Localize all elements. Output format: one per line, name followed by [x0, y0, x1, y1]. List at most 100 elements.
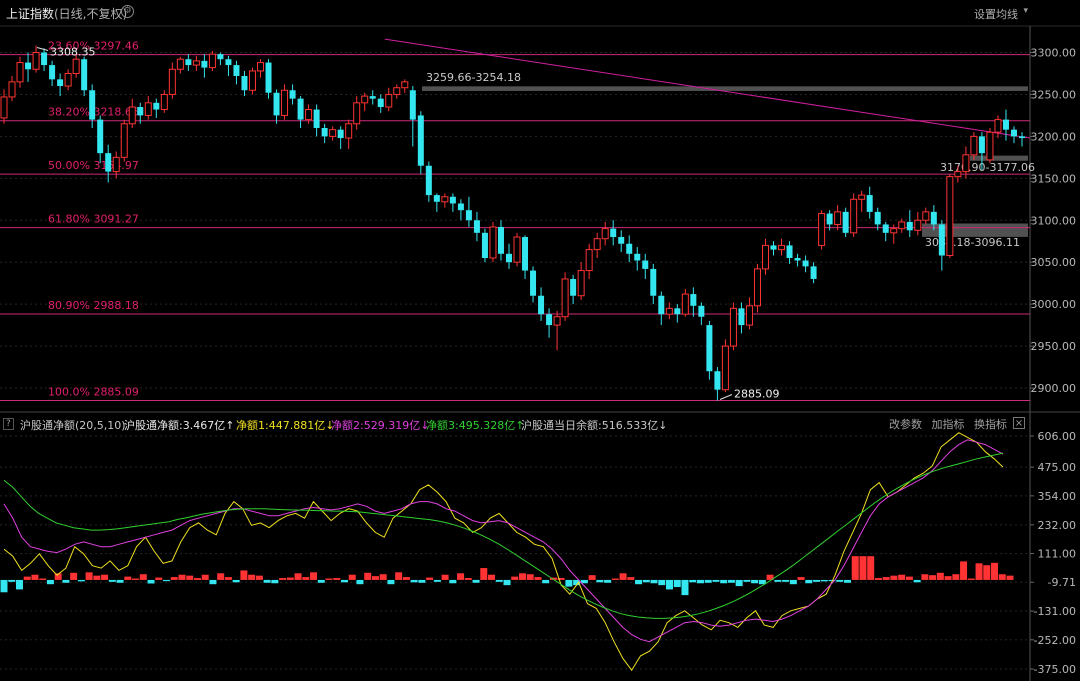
- candle-body: [834, 211, 842, 225]
- candle-body: [721, 345, 729, 391]
- candle-body: [57, 79, 64, 87]
- main-y-tick-label: 2950.00: [1031, 340, 1077, 353]
- net-flow-bar: [960, 561, 968, 580]
- candle-body: [634, 253, 641, 261]
- net-flow-bar: [735, 579, 743, 587]
- net-flow-bar: [124, 576, 132, 580]
- net-flow-bar: [62, 579, 70, 583]
- net-flow-bar: [263, 579, 271, 583]
- net-flow-bar: [93, 575, 101, 580]
- candle-body: [273, 92, 280, 116]
- candle-body: [994, 119, 1002, 133]
- net-flow-bar: [511, 576, 519, 580]
- indicator-value-4: 沪股通当日余额:516.533亿↓: [521, 419, 668, 432]
- net-flow-bar: [8, 579, 16, 582]
- net-flow-bar: [302, 577, 310, 580]
- candle-body: [409, 90, 416, 120]
- net-flow-bar: [929, 575, 937, 580]
- net-flow-bar: [348, 574, 356, 580]
- candle-body: [642, 260, 649, 269]
- net-flow-bar: [310, 572, 318, 580]
- candle-body: [601, 228, 609, 240]
- net-flow-bar: [944, 576, 952, 580]
- indicator-name: 沪股通净额(20,5,10): [20, 419, 126, 432]
- candle-body: [561, 278, 569, 318]
- net-flow-bar: [402, 577, 410, 580]
- net-flow-bar: [882, 577, 890, 580]
- net-flow-bar: [193, 578, 201, 580]
- candle-body: [208, 53, 216, 69]
- candle-body: [610, 228, 617, 238]
- candle-body: [72, 58, 80, 74]
- net-flow-bar: [170, 577, 178, 580]
- net-flow-bar: [542, 579, 550, 584]
- net-flow-bar: [209, 579, 217, 585]
- net-flow-bar: [101, 574, 109, 580]
- candle-body: [457, 203, 464, 211]
- candle-body: [185, 59, 192, 66]
- edit-params-button[interactable]: 改参数: [889, 418, 922, 431]
- close-indicator-icon[interactable]: ×: [1013, 417, 1025, 429]
- candle-body: [449, 196, 456, 204]
- candle-body: [313, 109, 320, 128]
- net-flow-bar: [843, 579, 851, 583]
- candle-body: [49, 65, 56, 80]
- indicator-line-green: [3, 452, 1004, 619]
- sub-y-tick-label: -9.71: [1048, 576, 1076, 589]
- candle-body: [248, 70, 256, 91]
- candle-body: [289, 90, 296, 99]
- candle-body: [898, 221, 906, 230]
- candle-body: [818, 213, 826, 246]
- candle-body: [217, 54, 224, 60]
- candle-body: [321, 127, 328, 137]
- candle-body: [810, 266, 817, 279]
- net-flow-bar: [426, 577, 434, 580]
- net-flow-bar: [898, 574, 906, 580]
- net-flow-bar: [689, 579, 697, 583]
- net-flow-bar: [673, 579, 681, 588]
- net-flow-bar: [534, 577, 542, 580]
- candle-body: [577, 270, 585, 297]
- net-flow-bar: [789, 579, 797, 585]
- candle-body: [1010, 129, 1017, 137]
- net-flow-bar: [751, 579, 759, 584]
- net-flow-bar: [627, 577, 635, 580]
- net-flow-bar: [596, 579, 604, 583]
- candle-body: [570, 278, 577, 296]
- main-y-tick-label: 3200.00: [1031, 130, 1077, 143]
- net-flow-bar: [565, 579, 573, 587]
- net-flow-bar: [797, 577, 805, 580]
- candle-body: [168, 68, 176, 95]
- candle-body: [465, 210, 472, 221]
- net-flow-bar: [147, 579, 155, 584]
- net-flow-bar: [619, 573, 627, 580]
- net-flow-bar: [820, 579, 828, 582]
- net-flow-bar: [650, 579, 658, 584]
- net-flow-bar: [890, 575, 898, 580]
- candle-body: [337, 129, 344, 139]
- candle-body: [0, 96, 8, 119]
- candle-body: [497, 226, 504, 254]
- net-flow-bar: [782, 579, 790, 582]
- add-indicator-button[interactable]: 加指标: [932, 418, 965, 431]
- net-flow-bar: [356, 579, 364, 585]
- candle-body: [225, 59, 232, 66]
- candle-body: [505, 253, 512, 263]
- candle-body: [176, 58, 184, 70]
- annotation-pointer: [36, 47, 49, 51]
- indicator-toggle[interactable]: ?: [3, 418, 14, 430]
- net-flow-bar: [480, 568, 488, 580]
- candle-body: [914, 219, 922, 231]
- switch-indicator-button[interactable]: 换指标: [974, 418, 1007, 431]
- net-flow-bar: [286, 577, 294, 580]
- zone-label: 3259.66-3254.18: [426, 71, 521, 84]
- net-flow-bar: [31, 574, 39, 580]
- net-flow-bar: [998, 574, 1006, 580]
- net-flow-bar: [836, 579, 844, 582]
- main-y-tick-label: 3050.00: [1031, 256, 1077, 269]
- candle-body: [192, 60, 200, 66]
- net-flow-bar: [635, 579, 643, 585]
- net-flow-bar: [279, 578, 287, 580]
- annotation-label: 2885.09: [734, 388, 780, 401]
- candle-body: [626, 243, 633, 254]
